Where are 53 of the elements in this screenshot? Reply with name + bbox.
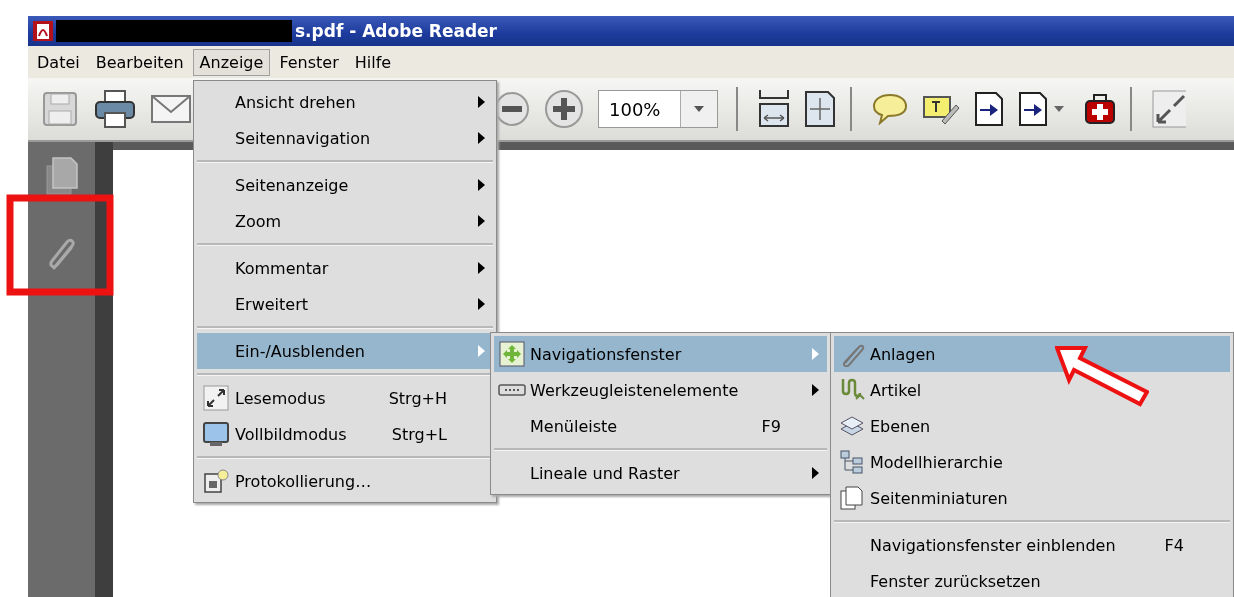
shortcut-label: F9 xyxy=(761,416,781,436)
shortcut-label: Strg+H xyxy=(388,388,447,408)
window-title: s.pdf - Adobe Reader xyxy=(295,21,497,41)
menu-item[interactable]: Anlagen xyxy=(834,336,1230,372)
menu-item[interactable]: Seitennavigation xyxy=(197,120,493,156)
menu-item[interactable]: Ein-/Ausblenden xyxy=(197,333,493,369)
menu-item[interactable]: Ansicht drehen xyxy=(197,84,493,120)
export-icon xyxy=(1018,91,1048,127)
caret-icon xyxy=(1054,106,1064,112)
first-aid-kit-icon[interactable] xyxy=(1084,93,1116,125)
menu-item[interactable]: Datei xyxy=(30,48,87,76)
menu-item[interactable]: Navigationsfenster xyxy=(494,336,827,372)
menu-item[interactable]: Erweitert xyxy=(197,286,493,322)
menu-item[interactable]: Zoom xyxy=(197,203,493,239)
menu-item[interactable]: Lineale und Raster xyxy=(494,455,827,491)
menu-item[interactable]: Werkzeugleistenelemente xyxy=(494,372,827,408)
fit-width-icon[interactable] xyxy=(758,90,790,128)
menu-item[interactable]: Fenster zurücksetzen xyxy=(834,563,1230,597)
menu-item[interactable]: Kommentar xyxy=(197,250,493,286)
caret-icon xyxy=(694,106,704,112)
mail-icon[interactable] xyxy=(150,92,192,126)
menu-item[interactable]: Navigationsfenster einblenden F4 xyxy=(834,527,1230,563)
menu-item[interactable]: Ebenen xyxy=(834,408,1230,444)
shortcut-label: F4 xyxy=(1164,535,1184,555)
menu-item[interactable]: Artikel xyxy=(834,372,1230,408)
print-icon[interactable] xyxy=(94,89,136,129)
menu-item[interactable]: Vollbildmodus Strg+L xyxy=(197,416,493,452)
menu-item[interactable]: Fenster xyxy=(272,48,346,76)
menu-item[interactable]: Bearbeiten xyxy=(88,48,191,76)
menu-item[interactable]: Hilfe xyxy=(347,48,399,76)
expand-icon[interactable] xyxy=(1152,90,1186,128)
comment-icon[interactable] xyxy=(872,93,908,125)
hierarchy-icon xyxy=(839,449,865,475)
export-dropdown-button[interactable] xyxy=(1018,91,1064,127)
monitor-icon xyxy=(203,421,229,447)
menu-item[interactable]: Menüleiste F9 xyxy=(494,408,827,444)
fit-page-icon[interactable] xyxy=(804,90,836,128)
zoom-field[interactable]: 100% xyxy=(598,90,718,128)
text-edit-icon[interactable] xyxy=(922,93,960,125)
menu-item[interactable]: Lesemodus Strg+H xyxy=(197,380,493,416)
zoom-in-icon[interactable] xyxy=(544,89,584,129)
shortcut-label: Strg+L xyxy=(391,424,447,444)
pages-icon xyxy=(839,485,865,511)
menu-item[interactable]: Seitenminiaturen xyxy=(834,480,1230,516)
menu-item[interactable]: Anzeige xyxy=(192,48,271,76)
navigation-pane-icon xyxy=(499,341,525,367)
menu-item[interactable]: Protokollierung… xyxy=(197,463,493,499)
menu-item[interactable]: Seitenanzeige xyxy=(197,167,493,203)
menu-item[interactable]: Modellhierarchie xyxy=(834,444,1230,480)
export-icon[interactable] xyxy=(974,91,1004,127)
toolbar-strip-icon xyxy=(498,383,526,397)
pdf-icon xyxy=(32,20,54,42)
resize-arrows-icon xyxy=(203,385,229,411)
